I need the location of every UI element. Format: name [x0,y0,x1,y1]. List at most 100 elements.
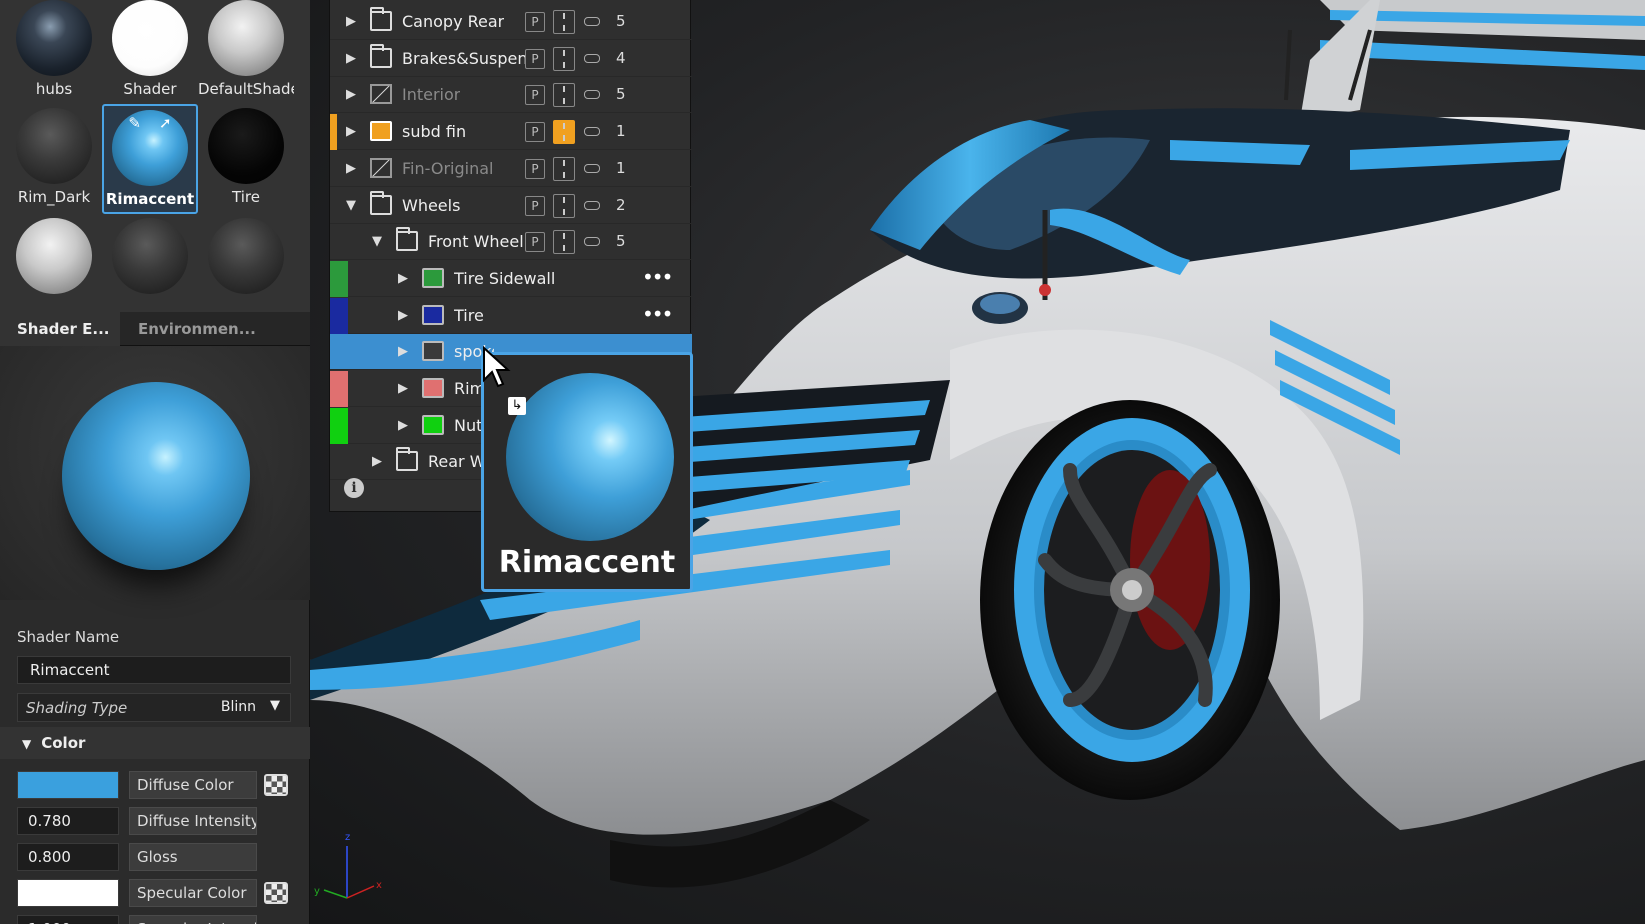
collapse-triangle-icon: ▼ [22,737,32,751]
expand-right-icon[interactable]: ▶ [346,51,356,66]
expand-right-icon[interactable]: ▶ [398,308,408,323]
gloss-input[interactable]: 0.800 [17,843,119,871]
shader-name-input[interactable]: Rimaccent [17,656,291,684]
expand-right-icon[interactable]: ▶ [346,124,356,139]
texture-map-icon[interactable] [264,774,288,796]
lock-toggle-icon[interactable] [584,17,600,26]
layer-name: Wheels [402,195,461,215]
layer-row[interactable]: ▶ Canopy Rear P 5 [330,4,692,40]
layer-row[interactable]: ▶ Fin-Original P 1 [330,151,692,187]
shader-swatch[interactable]: Tire [198,104,294,214]
layer-row[interactable]: ▶ Brakes&SuspensionP 4 [330,41,692,77]
shader-swatch-sphere [208,218,284,294]
visibility-toggle-icon[interactable] [553,156,575,181]
lock-toggle-icon[interactable] [584,200,600,210]
more-options-icon[interactable]: ••• [642,265,673,289]
layer-color-marker [330,371,348,407]
expand-right-icon[interactable]: ▶ [398,344,408,359]
lock-toggle-icon[interactable] [584,163,600,173]
diffuse-intensity-input[interactable]: 0.780 [17,807,119,835]
folder-icon [370,190,392,215]
lock-toggle-icon[interactable] [584,127,600,137]
assign-arrow-icon: ↳ [508,397,526,415]
expand-right-icon[interactable]: ▶ [372,454,382,469]
color-section-header[interactable]: ▼ Color [0,727,310,759]
visibility-toggle-icon[interactable] [553,230,575,255]
edit-icon[interactable]: ✎ [128,114,141,132]
specular-intensity-input[interactable]: 1.000 [17,915,119,924]
lock-toggle-icon[interactable] [584,90,600,100]
visibility-toggle-icon[interactable] [553,10,575,34]
pick-toggle-button[interactable]: P [525,195,545,216]
layer-row[interactable]: ▶ subd fin P 1 [330,114,692,151]
info-icon[interactable]: i [344,478,364,498]
shader-swatch[interactable]: hubs [6,0,102,106]
visibility-toggle-icon[interactable] [553,120,575,145]
layer-row[interactable]: ▼ Front Wheel P 5 [330,224,692,261]
color-section-label: Color [41,734,86,752]
shader-swatch-sphere [112,218,188,294]
specular-color-swatch[interactable] [17,879,119,907]
folder-icon [396,447,418,472]
expand-down-icon[interactable]: ▼ [346,198,356,213]
shader-panel: hubs Shader DefaultShade Rim_Dark ✎ ➚ Rimaccen… [0,0,310,924]
shader-swatch[interactable] [102,214,198,324]
shader-swatch[interactable] [198,214,294,324]
axis-gizmo [323,846,375,899]
diffuse-color-swatch[interactable] [17,771,119,799]
pick-toggle-button[interactable]: P [525,122,545,143]
texture-map-icon[interactable] [264,882,288,904]
shading-type-dropdown[interactable]: Shading Type Blinn ▼ [17,693,291,722]
shader-swatch[interactable]: Rim_Dark [6,104,102,214]
shader-swatch-label: Tire [232,188,260,206]
expand-right-icon[interactable]: ▶ [346,14,356,29]
layer-name: Interior [402,85,461,105]
expand-right-icon[interactable]: ▶ [398,381,408,396]
layer-row[interactable]: ▶ Tire Sidewall ••• [330,260,692,297]
specular-intensity-slider[interactable]: Specular Intensity [129,915,257,924]
shader-swatch-label: Rim_Dark [17,188,91,206]
pick-toggle-button[interactable]: P [525,85,545,106]
axis-y-label: y [314,886,320,897]
tab-shader-editor[interactable]: Shader E... [0,312,120,346]
more-options-icon[interactable]: ••• [642,302,673,326]
lock-toggle-icon[interactable] [584,53,600,63]
layer-color-marker [330,407,348,444]
pick-toggle-button[interactable]: P [525,158,545,179]
app-window: z x y hubs Shader DefaultShade Rim_Dark ✎ ➚ Ri… [0,0,1645,924]
shader-swatch[interactable] [6,214,102,324]
select-objects-icon[interactable]: ➚ [159,114,172,132]
expand-down-icon[interactable]: ▼ [372,234,382,249]
shader-swatch-label: Shader [123,80,177,98]
shader-swatch-label: Rimaccent [105,190,195,208]
shader-swatch-sphere [16,108,92,184]
layer-row[interactable]: ▶ Interior P 5 [330,77,692,114]
folder-icon [370,7,392,31]
pick-toggle-button[interactable]: P [525,48,545,69]
shader-swatch[interactable]: Shader [102,0,198,106]
pick-toggle-button[interactable]: P [525,12,545,32]
specular-color-label: Specular Color [129,879,257,907]
shader-swatch[interactable]: DefaultShade [198,0,294,106]
layer-row[interactable]: ▶ Tire ••• [330,297,692,334]
layer-name: subd fin [402,122,467,142]
visibility-toggle-icon[interactable] [553,193,575,218]
shader-preview [0,346,310,600]
expand-right-icon[interactable]: ▶ [346,161,356,176]
gloss-slider[interactable]: Gloss [129,843,257,871]
visibility-toggle-icon[interactable] [553,46,575,71]
tab-environment[interactable]: Environmen... [138,312,256,346]
expand-right-icon[interactable]: ▶ [346,87,356,102]
layer-row[interactable]: ▼ Wheels P 2 [330,188,692,224]
diffuse-intensity-slider[interactable]: Diffuse Intensity [129,807,257,835]
layer-color-marker [330,114,337,151]
lock-toggle-icon[interactable] [584,237,600,247]
shader-swatch[interactable]: ✎ ➚ Rimaccent [102,104,198,214]
visibility-toggle-icon[interactable] [553,83,575,108]
swatch-tools: ✎ ➚ [104,114,196,132]
layer-object-count: 1 [616,158,626,177]
pick-toggle-button[interactable]: P [525,232,545,253]
expand-right-icon[interactable]: ▶ [398,418,408,433]
shader-swatch-label: hubs [35,80,73,98]
expand-right-icon[interactable]: ▶ [398,271,408,286]
